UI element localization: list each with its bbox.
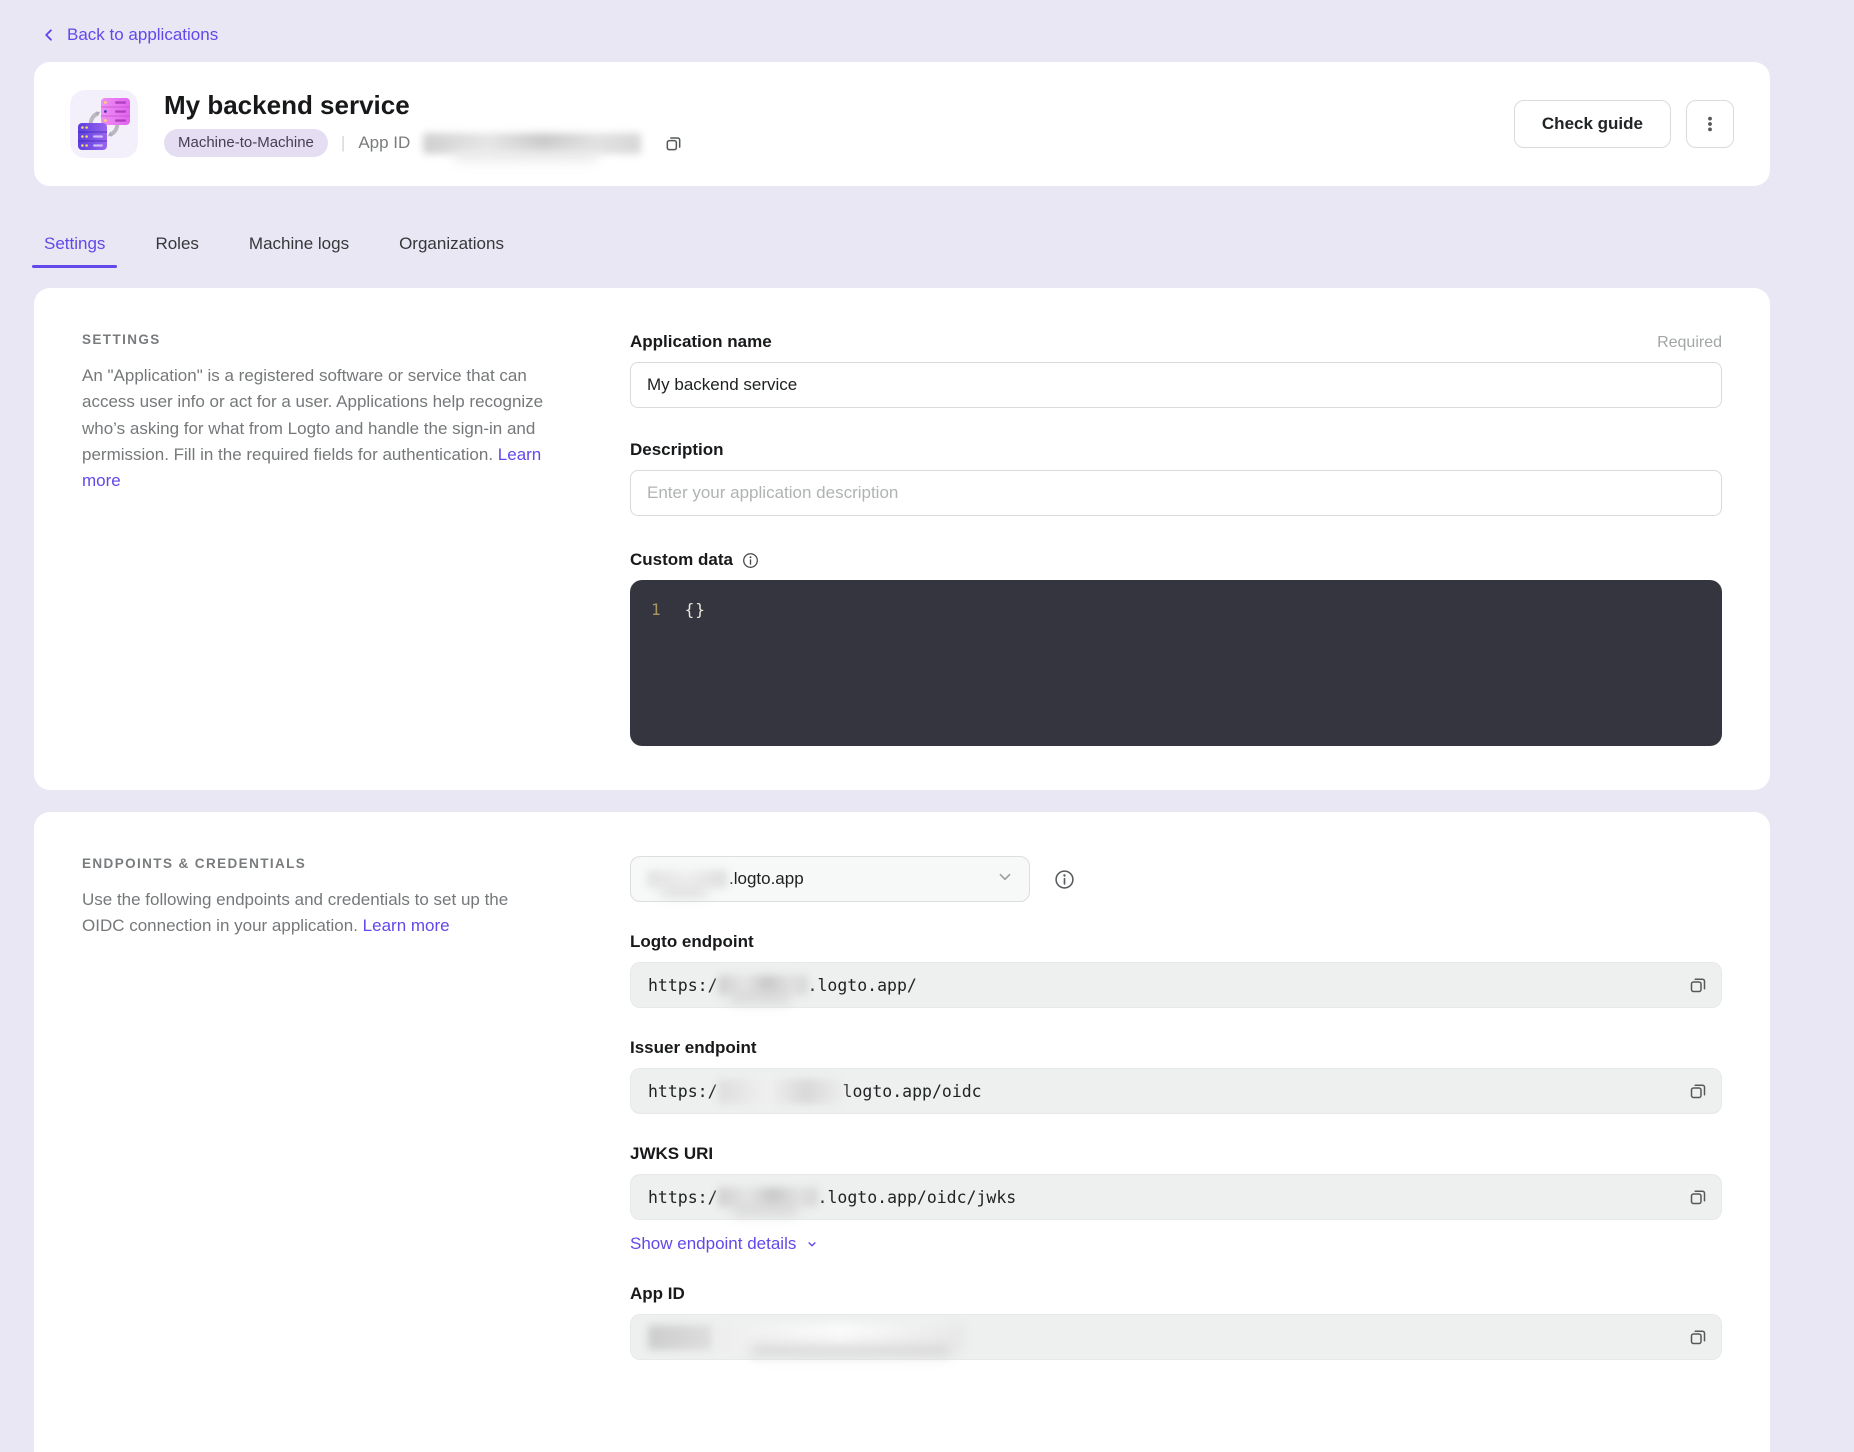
tenant-domain-select-row: .logto.app — [630, 856, 1722, 902]
copy-icon[interactable] — [1688, 975, 1708, 995]
endpoint-suffix: .logto.app/oidc/jwks — [818, 1188, 1017, 1207]
app-id-redacted-value — [716, 1323, 966, 1352]
info-icon[interactable] — [742, 552, 759, 569]
show-endpoint-details-label: Show endpoint details — [630, 1234, 796, 1254]
app-id-block: App ID — [630, 1284, 1722, 1360]
back-link-label: Back to applications — [67, 25, 218, 45]
code-content: {} — [685, 597, 706, 623]
settings-card-intro: SETTINGS An "Application" is a registere… — [82, 332, 554, 746]
application-name-input[interactable] — [630, 362, 1722, 408]
custom-data-field-block: Custom data 1 {} — [630, 550, 1722, 746]
copy-icon[interactable] — [1688, 1187, 1708, 1207]
tab-roles[interactable]: Roles — [153, 234, 200, 268]
tab-settings[interactable]: Settings — [42, 234, 107, 268]
more-options-button[interactable] — [1686, 100, 1734, 148]
jwks-uri-label: JWKS URI — [630, 1144, 713, 1164]
tenant-domain-select[interactable]: .logto.app — [630, 856, 1030, 902]
custom-data-code-editor[interactable]: 1 {} — [630, 580, 1722, 746]
endpoint-suffix: .logto.app/ — [808, 976, 917, 995]
endpoints-card-intro: ENDPOINTS & CREDENTIALS Use the followin… — [82, 856, 554, 1408]
settings-section-heading: SETTINGS — [82, 332, 554, 347]
info-icon[interactable] — [1054, 869, 1075, 890]
jwks-uri-field: https:/ .logto.app/oidc/jwks — [630, 1174, 1722, 1220]
chevron-down-icon — [805, 1237, 819, 1251]
copy-icon[interactable] — [1688, 1081, 1708, 1101]
endpoint-redacted-part — [718, 1079, 843, 1104]
custom-data-label: Custom data — [630, 550, 759, 570]
tab-machine-logs[interactable]: Machine logs — [247, 234, 351, 268]
application-info: My backend service Machine-to-Machine | … — [164, 91, 683, 158]
meta-divider: | — [341, 133, 345, 153]
logto-endpoint-field: https:/ .logto.app/ — [630, 962, 1722, 1008]
endpoint-prefix: https:/ — [648, 976, 718, 995]
chevron-down-icon — [994, 866, 1016, 893]
application-details-page: Back to applications — [0, 0, 1854, 1452]
endpoints-section-heading: ENDPOINTS & CREDENTIALS — [82, 856, 554, 871]
application-type-badge: Machine-to-Machine — [164, 129, 328, 157]
application-name-label: Application name — [630, 332, 772, 352]
endpoints-learn-more-link[interactable]: Learn more — [363, 916, 450, 935]
logto-endpoint-block: Logto endpoint https:/ .logto.app/ — [630, 932, 1722, 1008]
endpoint-prefix: https:/ — [648, 1082, 718, 1101]
app-id-redacted-value — [648, 1325, 712, 1350]
settings-section-description: An "Application" is a registered softwar… — [82, 363, 544, 495]
app-id-field — [630, 1314, 1722, 1360]
machine-to-machine-app-icon — [70, 90, 138, 158]
application-name-field-block: Application name Required — [630, 332, 1722, 408]
jwks-uri-block: JWKS URI https:/ .logto.app/oidc/jwks — [630, 1144, 1722, 1220]
endpoints-section-description: Use the following endpoints and credenti… — [82, 887, 544, 940]
description-label: Description — [630, 440, 724, 460]
issuer-endpoint-label: Issuer endpoint — [630, 1038, 757, 1058]
tenant-domain-suffix: .logto.app — [729, 869, 804, 889]
application-title: My backend service — [164, 91, 683, 121]
application-tabs: Settings Roles Machine logs Organization… — [42, 234, 1770, 268]
app-id-label: App ID — [358, 133, 410, 153]
tenant-redacted-prefix — [647, 870, 727, 888]
app-id-redacted-value — [423, 133, 641, 154]
endpoint-redacted-part — [718, 975, 808, 995]
description-input[interactable] — [630, 470, 1722, 516]
settings-card: SETTINGS An "Application" is a registere… — [34, 288, 1770, 790]
endpoint-redacted-part — [718, 1187, 818, 1207]
code-line: 1 {} — [630, 597, 1722, 623]
application-header-card: My backend service Machine-to-Machine | … — [34, 62, 1770, 186]
back-chevron-icon — [42, 27, 57, 43]
kebab-icon — [1700, 114, 1720, 134]
issuer-endpoint-block: Issuer endpoint https:/ logto.app/oidc — [630, 1038, 1722, 1114]
description-field-block: Description — [630, 440, 1722, 516]
back-row: Back to applications — [42, 22, 1770, 48]
back-to-applications-link[interactable]: Back to applications — [42, 25, 218, 45]
settings-form: Application name Required Description Cu… — [630, 332, 1722, 746]
line-number: 1 — [630, 597, 661, 623]
copy-icon[interactable] — [664, 134, 683, 153]
issuer-endpoint-field: https:/ logto.app/oidc — [630, 1068, 1722, 1114]
endpoints-form: .logto.app Logto endpoint https:/ — [630, 856, 1722, 1408]
show-endpoint-details-toggle[interactable]: Show endpoint details — [630, 1234, 819, 1254]
endpoints-credentials-card: ENDPOINTS & CREDENTIALS Use the followin… — [34, 812, 1770, 1452]
copy-icon[interactable] — [1688, 1327, 1708, 1347]
application-meta-row: Machine-to-Machine | App ID — [164, 129, 683, 157]
app-id-field-label: App ID — [630, 1284, 685, 1304]
logto-endpoint-label: Logto endpoint — [630, 932, 754, 952]
header-actions: Check guide — [1514, 100, 1734, 148]
tab-organizations[interactable]: Organizations — [397, 234, 506, 268]
endpoint-suffix: logto.app/oidc — [843, 1082, 982, 1101]
required-indicator: Required — [1657, 334, 1722, 352]
endpoint-prefix: https:/ — [648, 1188, 718, 1207]
check-guide-button[interactable]: Check guide — [1514, 100, 1671, 148]
